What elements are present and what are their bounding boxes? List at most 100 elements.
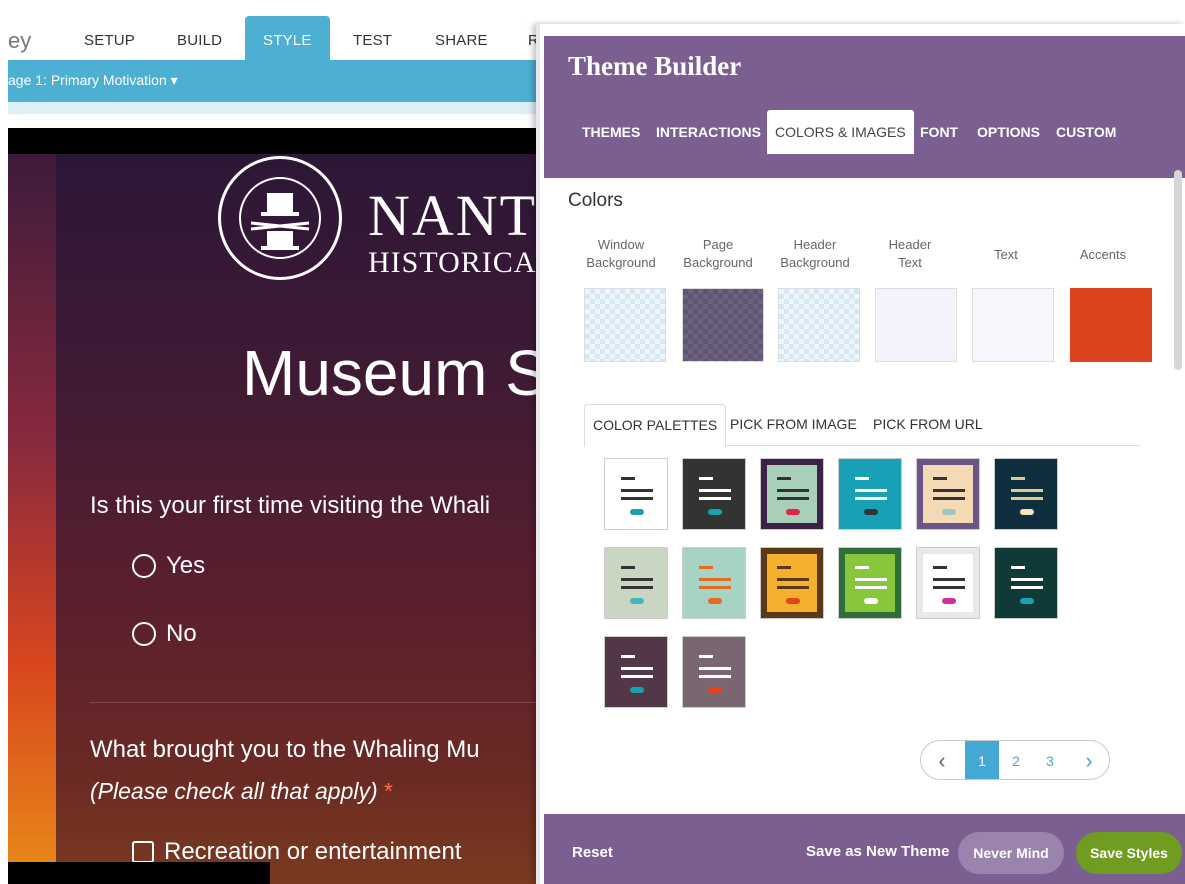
- palette-line: [621, 586, 653, 589]
- option-label: No: [166, 620, 197, 647]
- color-palette-option[interactable]: [682, 636, 746, 708]
- bottom-bar: [8, 862, 270, 884]
- palette-accent: [708, 687, 722, 693]
- color-palette-option[interactable]: [916, 458, 980, 530]
- question-2-text: What brought you to the Whaling Mu: [90, 736, 480, 763]
- swatch-text[interactable]: [972, 288, 1054, 362]
- swatch-accents[interactable]: [1070, 288, 1152, 362]
- color-palette-option[interactable]: [760, 547, 824, 619]
- save-as-new-theme-button[interactable]: Save as New Theme: [806, 843, 949, 860]
- palette-line: [621, 489, 653, 492]
- tab-interactions[interactable]: INTERACTIONS: [656, 124, 761, 140]
- color-palette-option[interactable]: [838, 547, 902, 619]
- palette-line: [855, 586, 887, 589]
- palette-line: [699, 497, 731, 500]
- swatch-label-line: Background: [683, 255, 753, 270]
- q1-option-yes[interactable]: Yes: [132, 552, 205, 580]
- pager-prev-icon[interactable]: ‹: [921, 741, 963, 779]
- color-palette-option[interactable]: [760, 458, 824, 530]
- swatch-label-line: Window: [597, 237, 645, 252]
- palette-line: [777, 578, 809, 581]
- palette-line: [777, 497, 809, 500]
- color-palette-option[interactable]: [916, 547, 980, 619]
- palette-line: [1011, 477, 1025, 480]
- palette-accent: [942, 598, 956, 604]
- palette-line: [1011, 489, 1043, 492]
- subtab-pick-from-image[interactable]: PICK FROM IMAGE: [730, 416, 857, 432]
- required-asterisk: *: [384, 778, 393, 804]
- checkbox[interactable]: [132, 841, 154, 863]
- color-palette-option[interactable]: [994, 547, 1058, 619]
- reset-button[interactable]: Reset: [572, 844, 613, 861]
- radio-button[interactable]: [132, 554, 156, 578]
- tab-options[interactable]: OPTIONS: [977, 124, 1040, 140]
- palette-line: [699, 667, 731, 670]
- pager-page-2[interactable]: 2: [999, 741, 1033, 779]
- palette-line: [777, 477, 791, 480]
- swatch-label-header-text: Header Text: [865, 236, 955, 272]
- palette-line: [855, 578, 887, 581]
- color-palette-option[interactable]: [604, 547, 668, 619]
- swatch-label-header-background: Header Background: [770, 236, 860, 272]
- org-name: NANT: [368, 183, 538, 248]
- nav-setup[interactable]: SETUP: [84, 32, 135, 49]
- swatch-window-background[interactable]: [584, 288, 666, 362]
- panel-scrollbar[interactable]: [1174, 170, 1182, 370]
- seal-inner-ring: [239, 177, 321, 259]
- pager-page-1[interactable]: 1: [965, 741, 999, 779]
- pager-page-3[interactable]: 3: [1033, 741, 1067, 779]
- palette-line: [933, 578, 965, 581]
- palette-line: [933, 566, 947, 569]
- color-palette-option[interactable]: [682, 458, 746, 530]
- palette-line: [699, 578, 731, 581]
- save-styles-button[interactable]: Save Styles: [1076, 832, 1182, 874]
- swatch-label-line: Text: [994, 247, 1018, 262]
- q1-option-no[interactable]: No: [132, 620, 197, 648]
- color-palette-option[interactable]: [838, 458, 902, 530]
- question-divider: [90, 702, 568, 703]
- swatch-label-line: Background: [780, 255, 850, 270]
- palette-line: [933, 489, 965, 492]
- color-palette-option[interactable]: [604, 636, 668, 708]
- toolbar-strip: [8, 102, 568, 114]
- palette-line: [699, 655, 713, 658]
- app-brand[interactable]: ey: [8, 28, 31, 54]
- palette-line: [933, 497, 965, 500]
- pager-next-icon[interactable]: ›: [1069, 741, 1109, 779]
- org-subtitle: HISTORICAL: [368, 246, 556, 279]
- swatch-label-line: Header: [888, 237, 932, 252]
- palette-line: [621, 667, 653, 670]
- never-mind-button[interactable]: Never Mind: [958, 832, 1064, 874]
- palette-accent: [630, 598, 644, 604]
- palette-line: [1011, 566, 1025, 569]
- subtab-color-palettes[interactable]: COLOR PALETTES: [584, 404, 727, 447]
- page-selector[interactable]: age 1: Primary Motivation ▾: [8, 72, 178, 89]
- tab-colors-images[interactable]: COLORS & IMAGES: [767, 110, 914, 154]
- app-window: ey SETUP BUILD STYLE TEST SHARE R age 1:…: [0, 0, 1185, 884]
- palette-accent: [786, 598, 800, 604]
- palette-accent: [864, 509, 878, 515]
- palette-line: [855, 489, 887, 492]
- nav-test[interactable]: TEST: [353, 32, 392, 49]
- nav-share[interactable]: SHARE: [435, 32, 488, 49]
- palette-line: [777, 566, 791, 569]
- radio-button[interactable]: [132, 622, 156, 646]
- color-palette-option[interactable]: [604, 458, 668, 530]
- swatch-header-text[interactable]: [875, 288, 957, 362]
- swatch-page-background[interactable]: [682, 288, 764, 362]
- nav-build[interactable]: BUILD: [177, 32, 222, 49]
- swatch-label-line: Header: [793, 237, 837, 252]
- tab-font[interactable]: FONT: [920, 124, 958, 140]
- subtab-pick-from-url[interactable]: PICK FROM URL: [873, 416, 983, 432]
- palette-line: [621, 477, 635, 480]
- palette-line: [699, 489, 731, 492]
- option-label: Yes: [166, 552, 206, 579]
- tab-themes[interactable]: THEMES: [582, 124, 640, 140]
- color-palette-option[interactable]: [682, 547, 746, 619]
- tab-custom[interactable]: CUSTOM: [1056, 124, 1116, 140]
- seal-emblem-icon: [250, 193, 310, 250]
- palette-line: [1011, 578, 1043, 581]
- color-palette-option[interactable]: [994, 458, 1058, 530]
- decorative-gradient: [8, 154, 56, 884]
- swatch-header-background[interactable]: [778, 288, 860, 362]
